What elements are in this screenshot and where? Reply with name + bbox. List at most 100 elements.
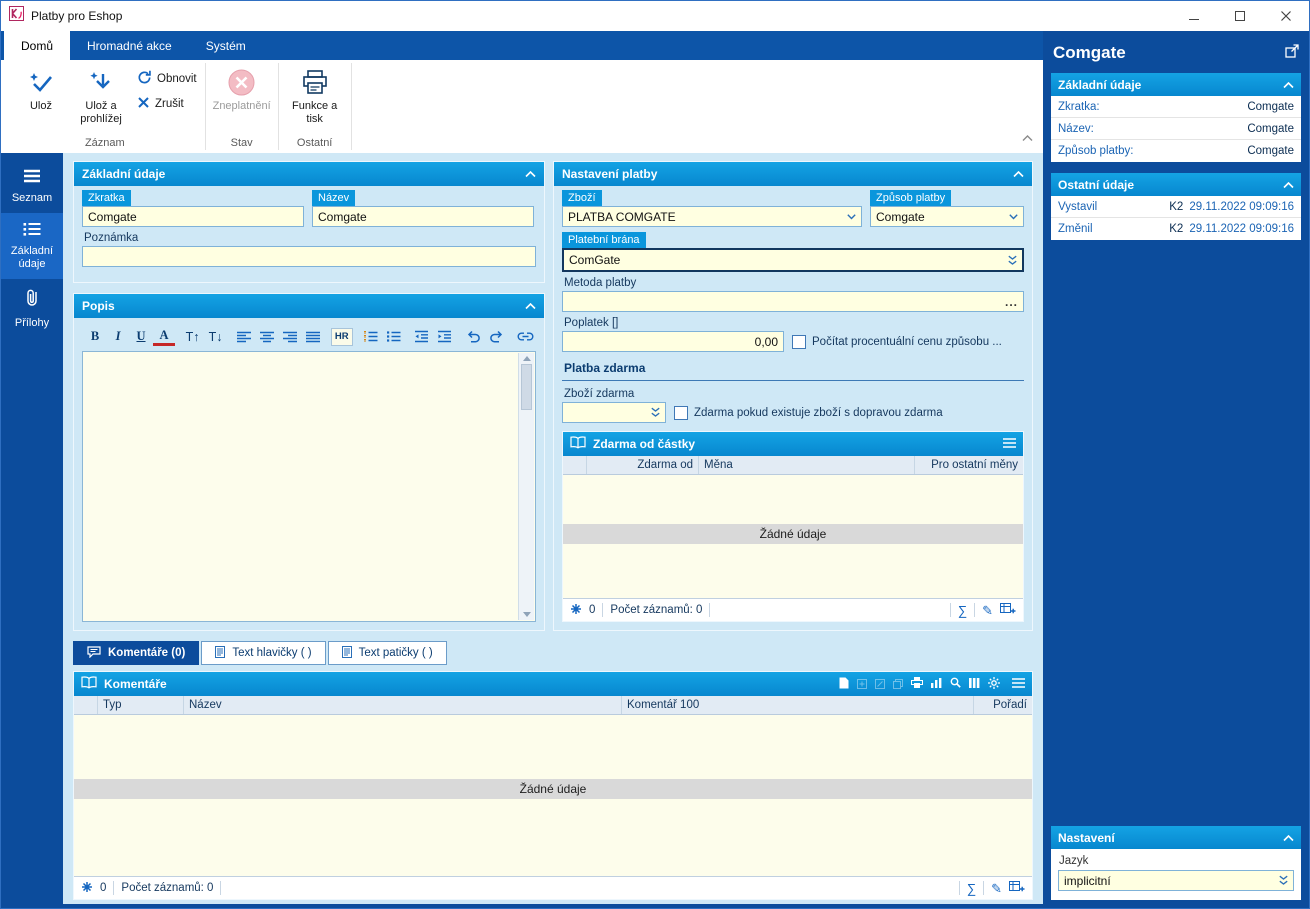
column-header-mena[interactable]: Měna [699,456,915,474]
save-browse-icon [88,67,115,97]
edit-record-icon[interactable] [875,679,885,689]
column-header-nazev[interactable]: Název [184,696,622,714]
italic-button[interactable]: I [107,326,129,347]
search-icon[interactable] [950,677,961,691]
align-left-button[interactable] [233,326,255,347]
grid-toolbar [839,676,1025,692]
description-textarea[interactable] [82,351,536,622]
sidebar-item-zakladni-udaje[interactable]: Základní údaje [1,213,63,280]
scrollbar-thumb[interactable] [521,364,532,410]
column-header-marker[interactable] [74,696,98,714]
edit-icon[interactable]: ✎ [982,604,993,617]
column-header-typ[interactable]: Typ [98,696,184,714]
zbozi-combobox[interactable]: PLATBA COMGATE [562,206,862,227]
collapse-icon[interactable] [525,167,536,181]
collapse-ribbon-icon[interactable] [1022,129,1033,147]
copy-icon[interactable] [893,679,903,689]
column-header-komentar[interactable]: Komentář 100 [622,696,974,714]
columns-icon[interactable] [969,677,980,691]
column-header-zdarma-od[interactable]: Zdarma od [587,456,699,474]
zkratka-input[interactable]: Comgate [82,206,304,227]
underline-button[interactable]: U [130,326,152,347]
cancel-icon [137,96,150,112]
open-in-window-icon[interactable] [1285,43,1299,63]
collapse-icon[interactable] [1013,167,1024,181]
grid-settings-icon[interactable] [1009,880,1025,896]
bullet-list-button[interactable] [382,326,404,347]
tab-komentare[interactable]: Komentáře (0) [73,641,200,665]
gear-icon[interactable] [988,676,1000,692]
grid-settings-icon[interactable] [1000,602,1016,618]
chart-icon[interactable] [931,677,942,691]
font-bigger-button[interactable]: T↑ [182,326,204,347]
new-record-icon[interactable] [839,677,849,692]
grid-menu-icon[interactable] [1003,437,1016,451]
redo-button[interactable] [485,326,507,347]
scroll-down-icon[interactable] [522,612,531,617]
platebni-brana-combobox[interactable]: ComGate [562,248,1024,272]
font-smaller-button[interactable]: T↓ [205,326,227,347]
maximize-button[interactable] [1217,1,1263,31]
align-center-button[interactable] [256,326,278,347]
panel-title: Popis [82,299,115,313]
tab-text-hlavicky[interactable]: Text hlavičky ( ) [201,641,326,665]
more-options-button[interactable]: ... [1005,295,1018,309]
sum-icon[interactable]: ∑ [967,882,976,895]
link-button[interactable] [514,326,536,347]
indent-button[interactable] [434,326,456,347]
cancel-button[interactable]: Zrušit [137,96,197,112]
bold-button[interactable]: B [84,326,106,347]
refresh-button[interactable]: Obnovit [137,70,197,88]
grid-menu-icon[interactable] [1012,677,1025,691]
book-icon [570,436,586,452]
font-color-button[interactable]: A [153,328,175,346]
sidebar-item-prilohy[interactable]: Přílohy [1,279,63,338]
asterisk-icon [570,603,582,618]
save-button[interactable]: Ulož [11,62,71,115]
tab-text-paticky[interactable]: Text patičky ( ) [327,641,447,665]
preview-other-section: Ostatní údaje Vystavil K2 29.11.2022 09:… [1051,173,1301,240]
bullet-list-icon [386,331,401,342]
print-icon[interactable] [911,677,923,691]
sum-icon[interactable]: ∑ [958,604,967,617]
close-button[interactable] [1263,1,1309,31]
app-window: Platby pro Eshop Domů Hromadné akce Syst… [0,0,1310,909]
outdent-icon [415,330,429,343]
zbozi-zdarma-combobox[interactable] [562,402,666,423]
invalidate-button[interactable]: Zneplatnění [212,62,272,115]
sidebar-item-seznam[interactable]: Seznam [1,160,63,213]
tab-domu[interactable]: Domů [4,31,71,60]
justify-button[interactable] [302,326,324,347]
collapse-icon[interactable] [1283,831,1294,845]
ordered-list-button[interactable] [359,326,381,347]
outdent-button[interactable] [411,326,433,347]
collapse-icon[interactable] [525,299,536,313]
poznamka-input[interactable] [82,246,536,267]
undo-button[interactable] [462,326,484,347]
minimize-button[interactable] [1171,1,1217,31]
free-shipping-checkbox[interactable] [674,405,688,420]
nazev-input[interactable]: Comgate [312,206,534,227]
column-header-marker[interactable] [563,456,587,474]
list-icon [23,222,41,240]
percent-price-checkbox[interactable] [792,335,806,349]
add-icon[interactable] [857,679,867,689]
zdarma-table-body: Žádné údaje [563,475,1023,598]
column-header-pro-ostatni-meny[interactable]: Pro ostatní měny [915,456,1023,474]
scrollbar[interactable] [518,353,534,620]
collapse-icon[interactable] [1283,78,1294,92]
zpusob-platby-combobox[interactable]: Comgate [870,206,1024,227]
metoda-platby-input[interactable]: ... [562,291,1024,312]
tab-system[interactable]: Systém [189,31,263,60]
functions-print-button[interactable]: Funkce a tisk [285,62,345,128]
collapse-icon[interactable] [1283,178,1294,192]
tab-hromadne-akce[interactable]: Hromadné akce [70,31,189,60]
column-header-poradi[interactable]: Pořadí [974,696,1032,714]
save-and-browse-button[interactable]: Ulož a prohlížej [71,62,131,128]
poplatek-input[interactable]: 0,00 [562,331,784,352]
align-right-button[interactable] [279,326,301,347]
horizontal-rule-button[interactable]: HR [330,327,353,346]
ribbon-group-zaznam: Ulož Ulož a prohlížej Obnovit Zrušit Záz… [5,60,205,153]
edit-icon[interactable]: ✎ [991,882,1002,895]
jazyk-combobox[interactable]: implicitní [1058,870,1294,891]
